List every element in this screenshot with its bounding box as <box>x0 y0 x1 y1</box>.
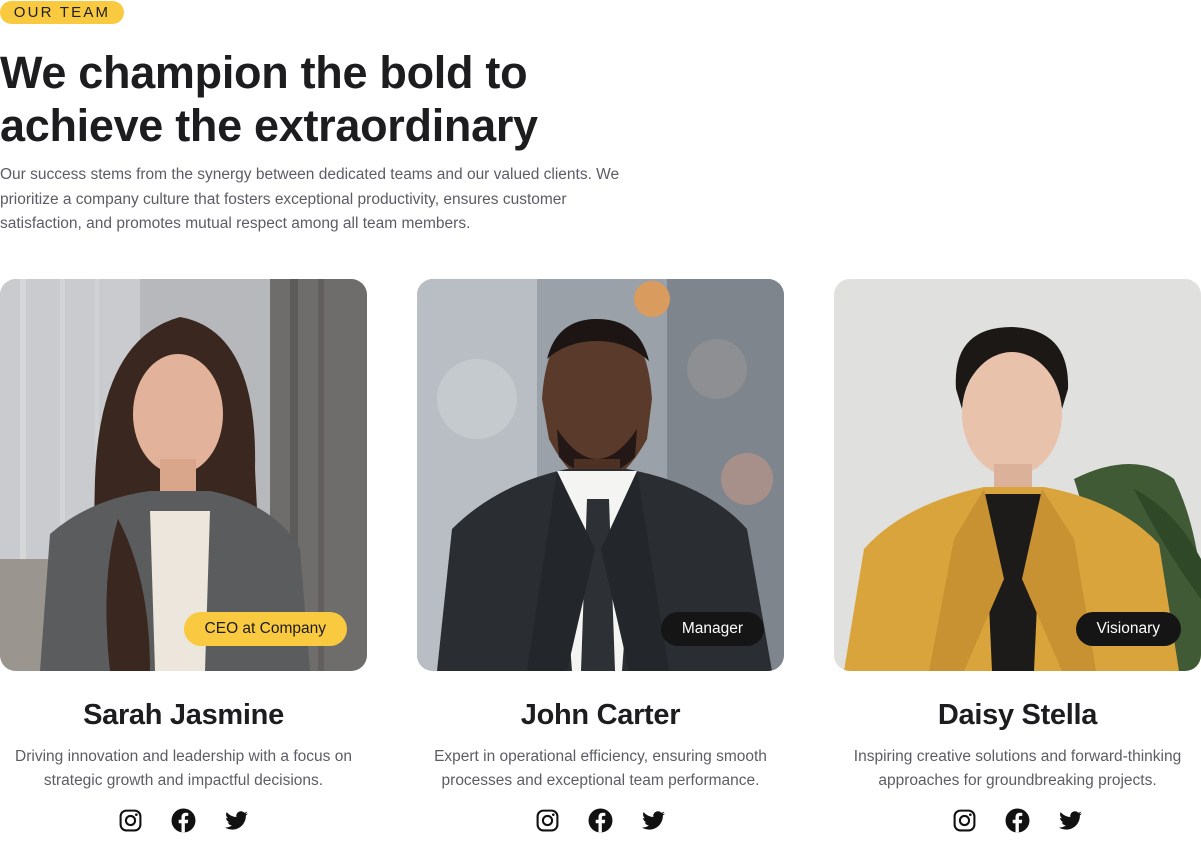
instagram-icon[interactable] <box>535 808 560 833</box>
instagram-icon[interactable] <box>952 808 977 833</box>
twitter-icon[interactable] <box>641 808 666 833</box>
twitter-icon[interactable] <box>1058 808 1083 833</box>
role-badge: CEO at Company <box>183 612 347 646</box>
section-intro-text: Our success stems from the synergy betwe… <box>0 166 620 232</box>
member-name: Daisy Stella <box>937 699 1098 731</box>
team-photo-john: Manager <box>417 279 784 671</box>
member-bio: Expert in operational efficiency, ensuri… <box>434 748 767 790</box>
facebook-icon[interactable] <box>1005 808 1030 833</box>
social-links <box>0 808 367 833</box>
member-bio: Driving innovation and leadership with a… <box>15 748 352 790</box>
team-card-sarah: CEO at Company Sarah Jasmine Driving inn… <box>0 279 367 833</box>
facebook-icon[interactable] <box>588 808 613 833</box>
member-bio: Inspiring creative solutions and forward… <box>853 748 1182 790</box>
headline-line-2: achieve the extraordinary <box>0 100 538 151</box>
social-links <box>834 808 1201 833</box>
team-card-john: Manager John Carter Expert in operationa… <box>417 279 784 833</box>
twitter-icon[interactable] <box>224 808 249 833</box>
team-photo-daisy: Visionary <box>834 279 1201 671</box>
section-headline: We champion the bold to achieve the extr… <box>0 46 640 152</box>
team-card-daisy: Visionary Daisy Stella Inspiring creativ… <box>834 279 1201 833</box>
social-links <box>417 808 784 833</box>
member-name: John Carter <box>520 699 681 731</box>
role-badge: Visionary <box>1075 612 1181 646</box>
team-photo-sarah: CEO at Company <box>0 279 367 671</box>
role-badge: Manager <box>660 612 764 646</box>
headline-line-1: We champion the bold to <box>0 47 528 98</box>
instagram-icon[interactable] <box>118 808 143 833</box>
member-name: Sarah Jasmine <box>83 699 284 731</box>
facebook-icon[interactable] <box>171 808 196 833</box>
section-eyebrow-badge: OUR TEAM <box>0 1 124 24</box>
